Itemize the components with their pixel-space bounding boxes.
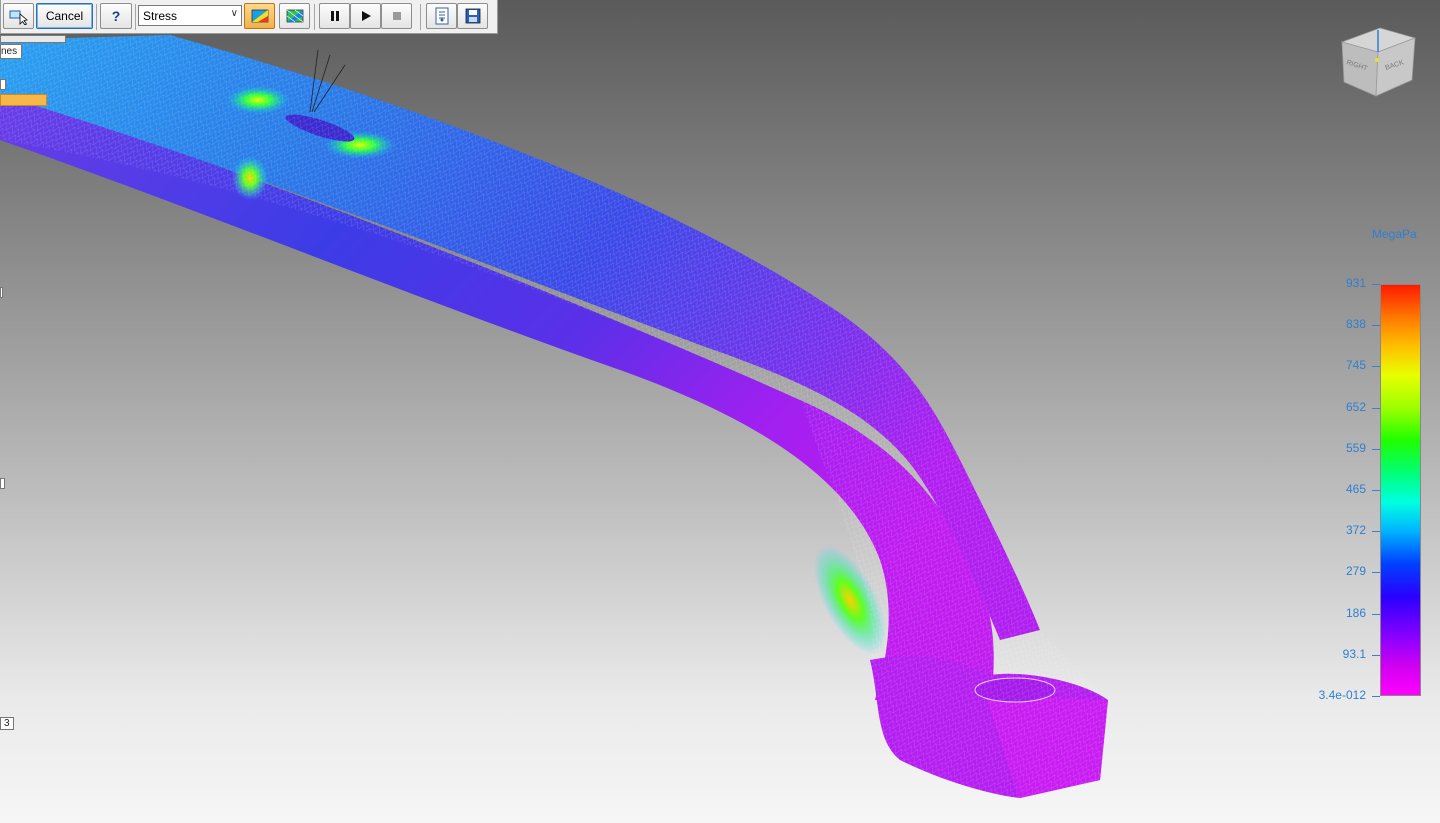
select-cursor-icon: [9, 10, 28, 25]
legend-value-label: 3.4e-012: [1318, 688, 1366, 702]
play-icon: [361, 11, 371, 21]
save-results-button[interactable]: [457, 3, 488, 29]
stress-color-legend: [1380, 284, 1421, 696]
legend-value-label: 838: [1345, 317, 1366, 332]
legend-tick: [1372, 284, 1380, 285]
legend-tick: [1372, 490, 1380, 491]
panel-checkbox[interactable]: [0, 79, 6, 90]
save-disk-icon: [465, 8, 480, 24]
page-indicator-label: 3: [4, 718, 10, 729]
fe-mesh-overlay: [0, 35, 1108, 798]
legend-value-label: 745: [1345, 358, 1366, 373]
panel-checkbox[interactable]: [0, 478, 5, 489]
panel-edge: [0, 35, 66, 43]
legend-tick: [1372, 325, 1380, 327]
stress-toolbar: Cancel ? Stress ∨: [0, 0, 498, 34]
stress-result-part[interactable]: [0, 0, 1440, 823]
view-cube[interactable]: RIGHT BACK: [1340, 24, 1420, 100]
mesh-plot-icon: [286, 9, 303, 23]
legend-tick: [1372, 696, 1380, 697]
report-page-icon: [435, 7, 448, 25]
show-fringe-button[interactable]: [244, 3, 275, 29]
fringe-plot-icon: [251, 9, 268, 23]
toolbar-divider: [135, 4, 136, 30]
legend-value-label: 931: [1345, 276, 1366, 290]
graphics-viewport[interactable]: nes 3 Cancel ? Stress ∨ RIGHT BACK MegaP…: [0, 0, 1440, 823]
page-indicator[interactable]: 3: [0, 717, 14, 730]
browser-tab[interactable]: nes: [0, 44, 22, 59]
toolbar-divider: [314, 4, 315, 30]
legend-tick: [1372, 613, 1380, 615]
cancel-button-label: Cancel: [45, 9, 84, 23]
stop-icon: [392, 12, 401, 20]
legend-unit-label: MegaPa: [1372, 227, 1417, 241]
legend-value-label: 279: [1345, 564, 1366, 579]
view-origin-dot: [1375, 58, 1379, 62]
browser-tab-label: nes: [1, 46, 18, 57]
legend-value-label: 652: [1345, 399, 1366, 414]
legend-value-label: 186: [1345, 605, 1366, 620]
legend-value-label: 372: [1345, 523, 1366, 538]
result-type-value: Stress: [143, 9, 178, 23]
select-tool-button[interactable]: [3, 3, 34, 29]
legend-tick: [1372, 572, 1380, 574]
legend-tick: [1372, 654, 1380, 656]
pause-animation-button[interactable]: [319, 3, 350, 29]
legend-value-label: 465: [1345, 482, 1366, 496]
toolbar-divider: [420, 4, 421, 30]
legend-value-label: 559: [1345, 440, 1366, 455]
cancel-button[interactable]: Cancel: [36, 3, 93, 29]
legend-tick: [1372, 531, 1380, 533]
selected-row-highlight[interactable]: [0, 94, 47, 106]
result-type-dropdown[interactable]: Stress ∨: [138, 5, 242, 26]
toolbar-divider: [96, 4, 97, 30]
panel-checkbox[interactable]: [0, 287, 3, 298]
pause-icon: [330, 11, 339, 21]
stop-animation-button[interactable]: [381, 3, 412, 29]
help-button-label: ?: [111, 8, 121, 24]
help-button[interactable]: ?: [100, 3, 132, 29]
play-animation-button[interactable]: [350, 3, 381, 29]
legend-tick: [1372, 448, 1380, 450]
legend-value-label: 93.1: [1342, 646, 1366, 661]
legend-tick: [1372, 366, 1380, 368]
legend-tick: [1372, 407, 1380, 409]
report-button[interactable]: [426, 3, 457, 29]
show-mesh-button[interactable]: [279, 3, 310, 29]
chevron-down-icon: ∨: [230, 8, 238, 19]
